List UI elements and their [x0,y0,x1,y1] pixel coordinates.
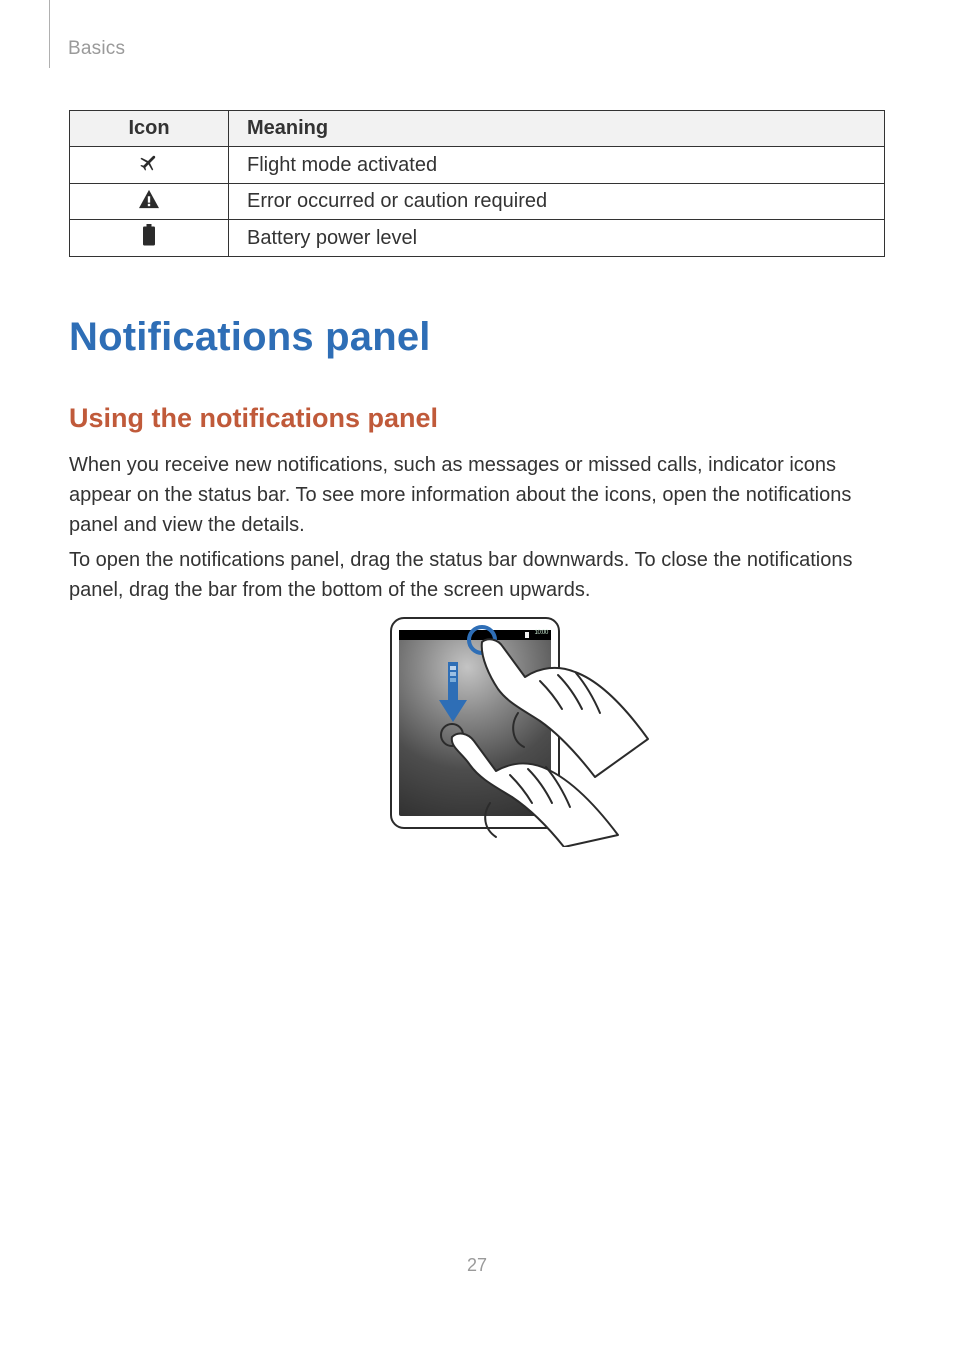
section-heading: Notifications panel [69,315,431,360]
table-cell-meaning: Error occurred or caution required [229,184,885,220]
swipe-down-arrow-icon [439,662,467,724]
page-number: 27 [0,1255,954,1276]
table-header-row: Icon Meaning [70,111,885,147]
table-row: Flight mode activated [70,147,885,184]
warning-icon [70,184,229,220]
header-rule [49,0,50,68]
airplane-icon [70,147,229,184]
body-paragraph: When you receive new notifications, such… [69,450,885,540]
illus-status-bar: 10:00 [399,630,551,640]
swipe-down-illustration: 10:00 [390,617,560,829]
breadcrumb: Basics [68,38,125,60]
table-row: Error occurred or caution required [70,184,885,220]
table-header-icon: Icon [70,111,229,147]
tablet-screen: 10:00 [399,630,551,816]
battery-icon [70,220,229,257]
table-row: Battery power level [70,220,885,257]
body-paragraph: To open the notifications panel, drag th… [69,545,885,605]
table-cell-meaning: Flight mode activated [229,147,885,184]
subsection-heading: Using the notifications panel [69,403,438,434]
table-header-meaning: Meaning [229,111,885,147]
document-page: Basics Icon Meaning Flight mode activate… [0,0,954,1350]
status-icon-table: Icon Meaning Flight mode activated [69,110,885,257]
illus-clock: 10:00 [534,630,548,636]
tablet-frame-icon: 10:00 [390,617,560,829]
illus-battery-icon [525,632,529,638]
table-cell-meaning: Battery power level [229,220,885,257]
